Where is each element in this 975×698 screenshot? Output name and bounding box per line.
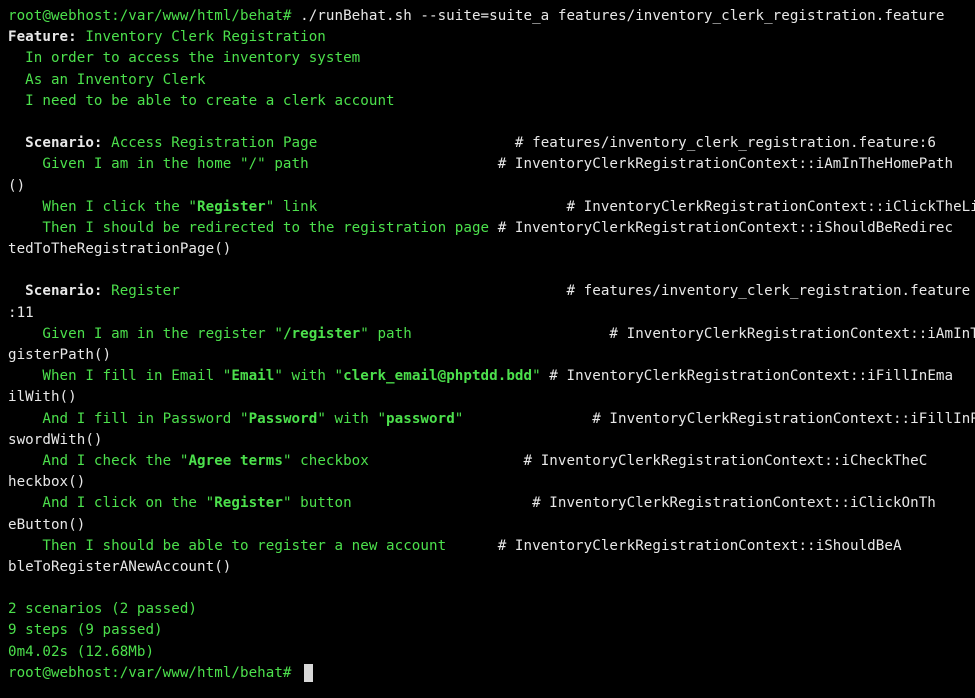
summary-steps: 9 steps (9 passed) [8,622,163,639]
feature-header: Feature: Inventory Clerk Registration [8,27,975,48]
step-comment-wrap: () [8,177,26,194]
scenario-comment-wrap: :11 [8,304,34,321]
step-comment: # InventoryClerkRegistrationContext::iCh… [523,452,928,469]
step-line: Then I should be able to register a new … [8,536,975,557]
feature-narrative-line: As an Inventory Clerk [8,71,206,88]
step-comment-wrap: eButton() [8,516,86,533]
step-text: " with " [317,410,387,427]
step-text: " checkbox [282,452,524,469]
step-comment: # InventoryClerkRegistrationContext::iCl… [532,495,936,512]
step-line: Then I should be redirected to the regis… [8,218,975,239]
step-text: When I click the " [8,198,198,215]
scenario-comment: # features/inventory_clerk_registration.… [566,283,971,300]
step-comment-wrap: gisterPath() [8,347,112,363]
shell-prompt: root@webhost:/var/www/html/behat# [8,664,301,681]
step-line: When I click the "Register" link # Inven… [8,197,975,218]
step-text: Given I am in the home "/" path [8,156,498,173]
step-text: Given I am in the register " [8,325,283,342]
step-argument: Email [231,368,275,385]
summary-time: 0m4.02s (12.68Mb) [8,643,155,660]
step-comment-wrap: ilWith() [8,389,77,406]
step-line: When I fill in Email "Email" with "clerk… [8,366,975,387]
step-comment-wrap: tedToTheRegistrationPage() [8,241,232,258]
step-argument: Register [197,198,266,215]
step-text: " [454,410,593,427]
step-line: And I click on the "Register" button # I… [8,493,975,514]
scenario-keyword: Scenario: [8,135,103,152]
terminal-window[interactable]: root@webhost:/var/www/html/behat# ./runB… [0,0,975,698]
step-comment: # InventoryClerkRegistrationContext::iAm… [609,325,975,342]
step-text: " with " [274,368,344,385]
shell-prompt: root@webhost:/var/www/html/behat# [8,8,292,24]
step-comment: # InventoryClerkRegistrationContext::iAm… [497,156,954,173]
step-argument: clerk_email@phptdd.bdd [343,368,533,385]
step-argument: password [386,410,455,427]
step-argument: Password [248,410,318,427]
scenario-header: Scenario: Access Registration Page # fea… [8,133,975,154]
cursor-block[interactable] [304,663,314,682]
step-text: And I fill in Password " [8,410,249,427]
step-comment-wrap: heckbox() [8,474,86,491]
scenario-title: Register [102,283,567,300]
feature-keyword: Feature: [8,29,77,46]
scenario-keyword: Scenario: [8,283,103,300]
step-text: And I check the " [8,452,189,469]
scenario-header: Scenario: Register # features/inventory_… [8,281,975,302]
step-text: " button [282,495,533,512]
step-text: When I fill in Email " [8,368,232,385]
step-comment: # InventoryClerkRegistrationContext::iSh… [497,219,954,236]
command-line: root@webhost:/var/www/html/behat# ./runB… [8,6,975,27]
step-line: And I check the "Agree terms" checkbox #… [8,451,975,472]
scenario-title: Access Registration Page [102,135,515,152]
step-comment: # InventoryClerkRegistrationContext::iSh… [497,537,902,554]
step-comment-wrap: bleToRegisterANewAccount() [8,558,232,575]
command-text: ./runBehat.sh --suite=suite_a features/i… [291,8,945,24]
feature-title: Inventory Clerk Registration [76,29,326,46]
step-text: Then I should be redirected to the regis… [8,219,498,236]
feature-narrative-line: In order to access the inventory system [8,50,361,67]
step-text: And I click on the " [8,495,215,512]
step-comment: # InventoryClerkRegistrationContext::iFi… [549,368,954,385]
step-comment-wrap: swordWith() [8,431,103,448]
step-comment: # InventoryClerkRegistrationContext::iCl… [566,198,975,215]
step-line: Given I am in the register "/register" p… [8,324,975,345]
step-text: " path [360,325,610,342]
feature-narrative-line: I need to be able to create a clerk acco… [8,92,395,109]
step-comment: # InventoryClerkRegistrationContext::iFi… [592,410,975,427]
scenario-comment: # features/inventory_clerk_registration.… [514,135,936,152]
step-text: " link [265,198,567,215]
step-text: Then I should be able to register a new … [8,537,498,554]
step-text: " [532,368,550,385]
final-prompt-line[interactable]: root@webhost:/var/www/html/behat# [8,663,975,684]
step-line: Given I am in the home "/" path # Invent… [8,154,975,175]
step-argument: Register [214,495,283,512]
step-line: And I fill in Password "Password" with "… [8,409,975,430]
summary-scenarios: 2 scenarios (2 passed) [8,601,198,618]
step-argument: /register [282,325,361,342]
step-argument: Agree terms [188,452,283,469]
